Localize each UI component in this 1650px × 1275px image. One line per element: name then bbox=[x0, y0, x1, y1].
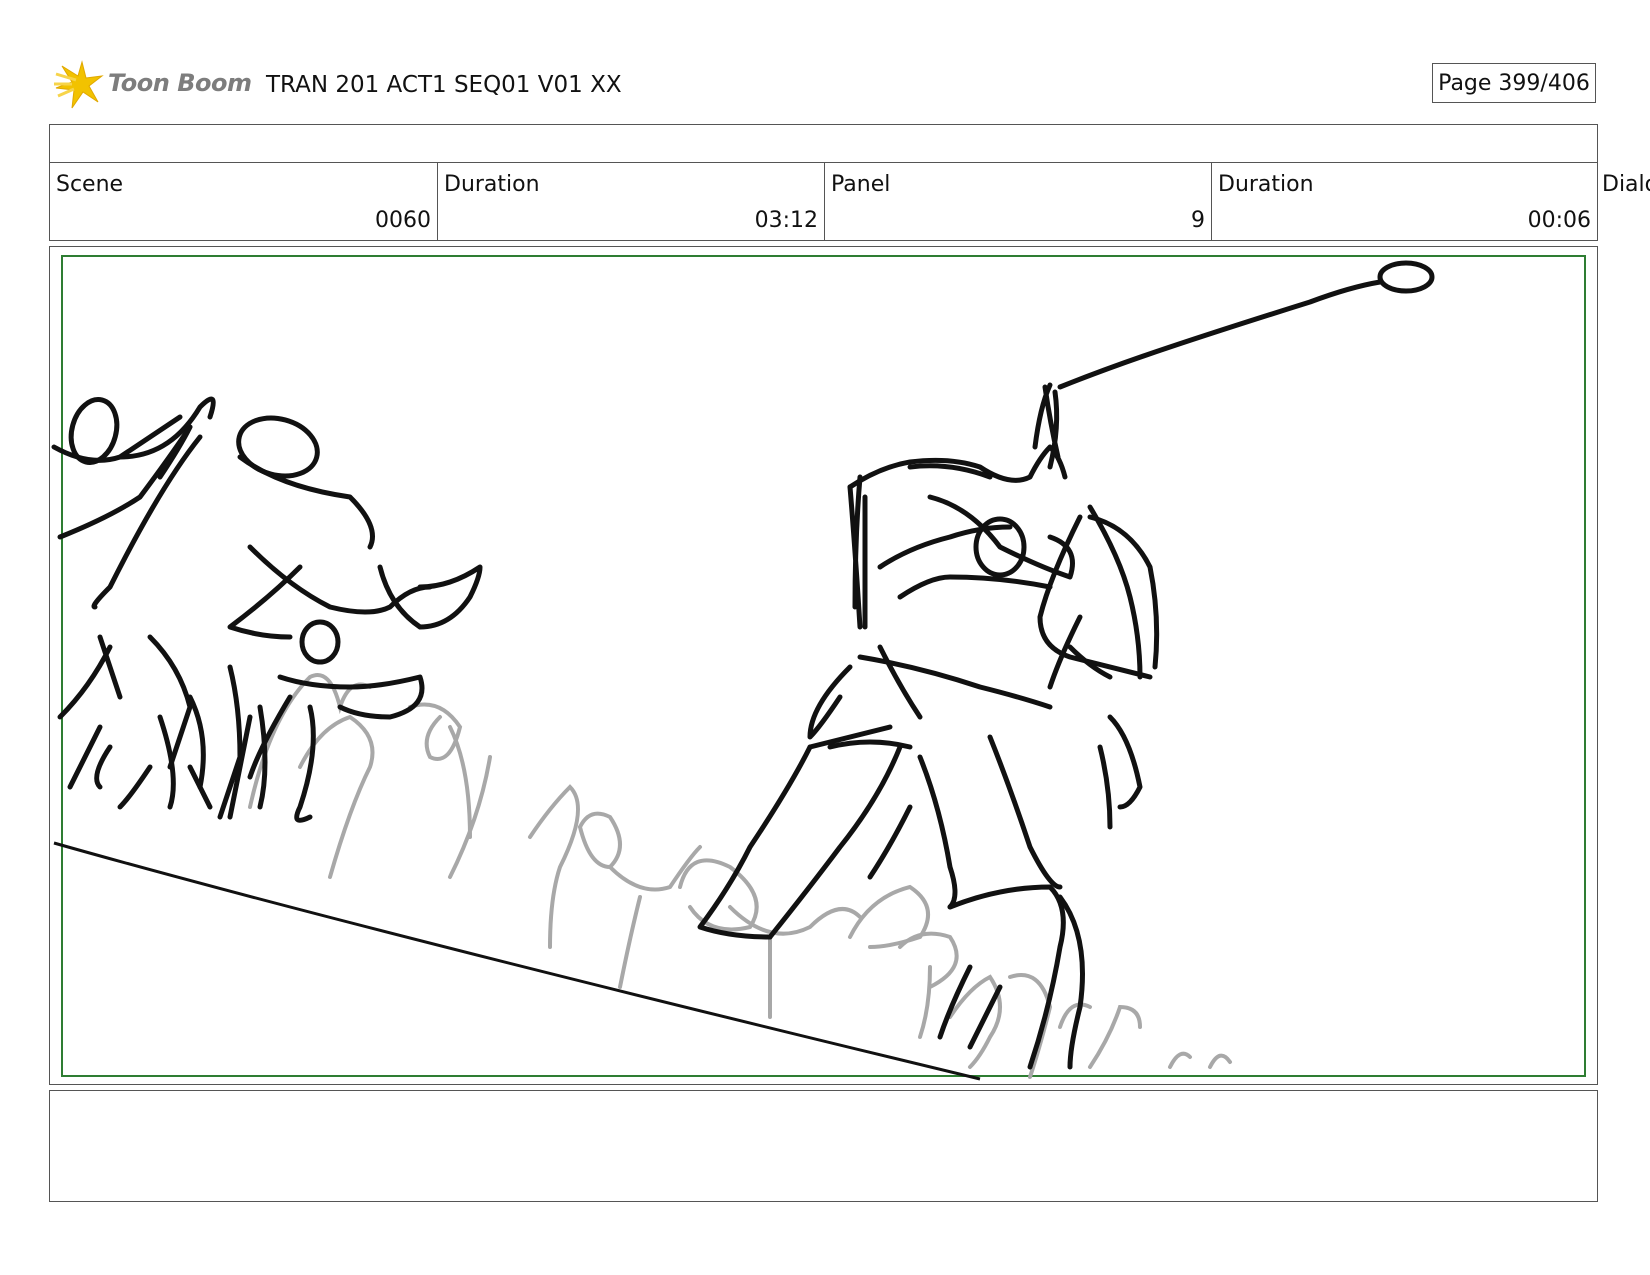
left-crowd-sketch bbox=[51, 396, 483, 823]
dialog-label: Dialo bbox=[1602, 172, 1650, 197]
scene-value: 0060 bbox=[375, 208, 431, 233]
scene-cell: Scene 0060 bbox=[50, 162, 437, 240]
page-indicator: Page 399/406 bbox=[1432, 63, 1596, 103]
header-blank-row bbox=[49, 124, 1598, 163]
background-crowd-sketch bbox=[248, 673, 1232, 1079]
scene-duration-cell: Duration 03:12 bbox=[437, 162, 824, 240]
toon-boom-star-icon bbox=[54, 60, 104, 109]
scene-label: Scene bbox=[56, 172, 124, 197]
safe-frame bbox=[61, 255, 1586, 1077]
notes-area bbox=[49, 1090, 1598, 1202]
scene-duration-value: 03:12 bbox=[754, 208, 818, 233]
panel-label: Panel bbox=[831, 172, 891, 197]
panel-duration-value: 00:06 bbox=[1527, 208, 1591, 233]
panel-sketch bbox=[51, 255, 1586, 1081]
panel-info-row: Scene 0060 Duration 03:12 Panel 9 Durati… bbox=[49, 162, 1598, 241]
panel-duration-label: Duration bbox=[1218, 172, 1314, 197]
panel-cell: Panel 9 bbox=[824, 162, 1211, 240]
panel-duration-cell: Duration 00:06 bbox=[1211, 162, 1597, 240]
scene-duration-label: Duration bbox=[444, 172, 540, 197]
panel-value: 9 bbox=[1191, 208, 1205, 233]
main-figure-sketch bbox=[697, 260, 1435, 1070]
logo-wordmark: Toon Boom bbox=[108, 69, 252, 97]
storyboard-panel bbox=[49, 246, 1598, 1085]
toon-boom-logo: Toon Boom bbox=[52, 56, 252, 112]
document-title: TRAN 201 ACT1 SEQ01 V01 XX bbox=[266, 72, 622, 98]
